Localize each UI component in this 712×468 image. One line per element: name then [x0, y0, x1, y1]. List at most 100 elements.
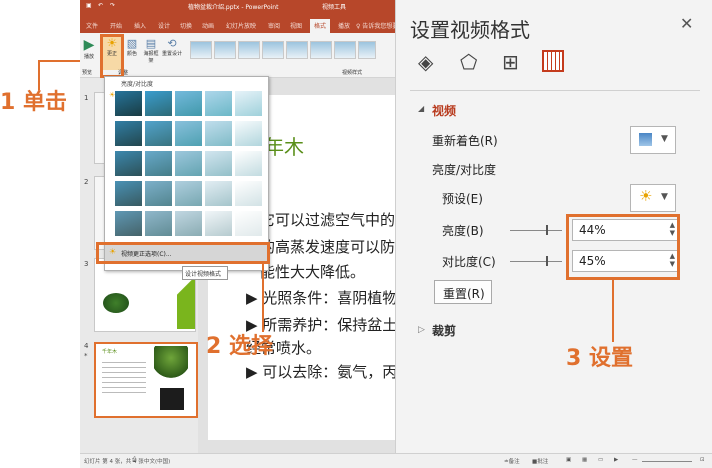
step1-callout: 1 单击 [0, 90, 67, 115]
correction-preset-swatch[interactable] [145, 181, 172, 206]
correction-preset-swatch[interactable] [175, 91, 202, 116]
brightness-slider[interactable] [510, 225, 562, 235]
correction-preset-swatch[interactable] [145, 151, 172, 176]
correction-preset-swatch[interactable] [115, 91, 142, 116]
recolor-label: 重新着色(R) [432, 134, 498, 148]
comments-button[interactable]: ■批注 [532, 457, 548, 465]
slide-number: 4 [84, 342, 89, 350]
tab-view[interactable]: 视图 [290, 21, 302, 30]
language-status[interactable]: 中文(中国) [144, 457, 170, 465]
recolor-dropdown[interactable]: ▼ [630, 126, 676, 154]
fill-line-icon[interactable]: ◈ [418, 50, 433, 74]
correction-preset-swatch[interactable] [145, 211, 172, 236]
correction-preset-swatch[interactable] [205, 151, 232, 176]
size-properties-icon[interactable]: ⊞ [502, 50, 519, 74]
presets-dropdown[interactable]: ☀ ▼ [630, 184, 676, 212]
correction-preset-swatch[interactable] [205, 91, 232, 116]
video-style-thumb[interactable] [334, 41, 356, 59]
save-icon[interactable]: ▣ [86, 2, 92, 9]
correction-preset-swatch[interactable] [175, 181, 202, 206]
section-crop-title[interactable]: 裁剪 [432, 322, 456, 339]
video-style-thumb[interactable] [286, 41, 308, 59]
color-icon: ▧ [126, 37, 138, 50]
zoom-out-button[interactable]: — [632, 457, 638, 463]
notes-button[interactable]: ≐备注 [504, 457, 520, 465]
redo-icon[interactable]: ↷ [110, 2, 115, 9]
title-bar: ▣ ↶ ↷ 植物盆栽介绍.pptx - PowerPoint 视频工具 [80, 0, 395, 17]
correction-preset-swatch[interactable] [145, 91, 172, 116]
video-style-thumb[interactable] [238, 41, 260, 59]
correction-preset-swatch[interactable] [175, 151, 202, 176]
correction-preset-swatch[interactable] [175, 121, 202, 146]
slideshow-view-icon[interactable]: ▶ [614, 457, 618, 463]
reset-design-button[interactable]: ⟲ 重置设计 [162, 37, 182, 57]
undo-icon[interactable]: ↶ [98, 2, 103, 9]
correction-preset-swatch[interactable] [115, 181, 142, 206]
video-style-thumb[interactable] [214, 41, 236, 59]
correction-preset-swatch[interactable] [235, 91, 262, 116]
section-video-title[interactable]: 视频 [432, 102, 456, 119]
tab-transitions[interactable]: 切换 [180, 21, 192, 30]
reset-button[interactable]: 重置(R) [434, 280, 492, 304]
video-style-thumb[interactable] [262, 41, 284, 59]
effects-icon[interactable]: ⬠ [460, 50, 477, 74]
section-crop-toggle[interactable]: ▷ [418, 325, 425, 335]
tab-design[interactable]: 设计 [158, 21, 170, 30]
correction-preset-swatch[interactable] [235, 121, 262, 146]
correction-preset-swatch[interactable] [205, 181, 232, 206]
tab-home[interactable]: 开始 [110, 21, 122, 30]
tab-animations[interactable]: 动画 [202, 21, 214, 30]
correction-preset-swatch[interactable] [235, 211, 262, 236]
ribbon-tab-row: 文件 开始 插入 设计 切换 动画 幻灯片放映 审阅 视图 格式 播放 ♀ 告诉… [80, 17, 404, 33]
gallery-tooltip: 设计视频格式 [182, 266, 228, 280]
correction-preset-swatch[interactable] [175, 211, 202, 236]
tab-format[interactable]: 格式 [310, 19, 331, 33]
color-button[interactable]: ▧ 颜色 [124, 37, 140, 57]
settings-highlight [566, 214, 680, 280]
play-button[interactable]: ▶ 播放 [82, 37, 96, 60]
slide-number: 3 [84, 260, 89, 268]
slide-body-line[interactable]: 它可以过滤空气中的有 [260, 209, 395, 230]
correction-preset-swatch[interactable] [205, 121, 232, 146]
spellcheck-icon[interactable]: ⎙ [132, 457, 136, 464]
poster-frame-button[interactable]: ▤ 海报框架 [142, 37, 160, 64]
tab-review[interactable]: 审阅 [268, 21, 280, 30]
sorter-view-icon[interactable]: ▦ [582, 457, 587, 463]
tab-insert[interactable]: 插入 [134, 21, 146, 30]
correction-preset-swatch[interactable] [115, 151, 142, 176]
slide-thumbnail-selected[interactable]: 千年木 [94, 342, 198, 418]
video-style-thumb[interactable] [358, 41, 376, 59]
correction-preset-swatch[interactable] [115, 211, 142, 236]
correction-preset-swatch[interactable] [235, 151, 262, 176]
pane-title: 设置视频格式 [410, 18, 530, 42]
correction-preset-swatch[interactable] [145, 121, 172, 146]
dropdown-arrow-icon: ▼ [661, 134, 668, 144]
fit-slide-icon[interactable]: ⊡ [700, 457, 705, 463]
video-tab-icon[interactable] [542, 50, 564, 72]
section-video-toggle[interactable]: ◢ [418, 104, 424, 113]
slide-body-line[interactable]: 的高蒸发速度可以防 [260, 236, 395, 257]
brightness-slider-thumb[interactable] [546, 225, 548, 235]
reset-icon: ⟲ [167, 37, 177, 50]
correction-preset-swatch[interactable] [235, 181, 262, 206]
tab-slideshow[interactable]: 幻灯片放映 [226, 21, 256, 30]
tab-file[interactable]: 文件 [86, 21, 98, 30]
ribbon: ▶ 播放 ☀ 更正 ▧ 颜色 ▤ 海报框架 ⟲ 重置设计 预览 调整 视频样式 [80, 33, 395, 78]
contrast-slider-thumb[interactable] [546, 256, 548, 266]
zoom-slider[interactable] [642, 461, 692, 462]
contrast-slider[interactable] [510, 256, 562, 266]
presets-label: 预设(E) [442, 192, 483, 206]
correction-preset-swatch[interactable] [115, 121, 142, 146]
video-style-thumb[interactable] [310, 41, 332, 59]
pane-close-button[interactable]: ✕ [680, 14, 693, 33]
video-style-thumb[interactable] [190, 41, 212, 59]
slide-title[interactable]: 年木 [264, 131, 304, 160]
slide-bullet[interactable]: ▶ 可以去除：氨气，丙酮 [246, 361, 395, 382]
tab-playback[interactable]: 播放 [338, 21, 350, 30]
slide-body-line[interactable]: 能性大大降低。 [260, 261, 365, 282]
reading-view-icon[interactable]: ▭ [598, 457, 603, 463]
slide-bullet[interactable]: ▶ 光照条件：喜阴植物， [246, 287, 395, 308]
correction-preset-swatch[interactable] [205, 211, 232, 236]
slide-number: 2 [84, 178, 89, 186]
normal-view-icon[interactable]: ▣ [566, 457, 571, 463]
